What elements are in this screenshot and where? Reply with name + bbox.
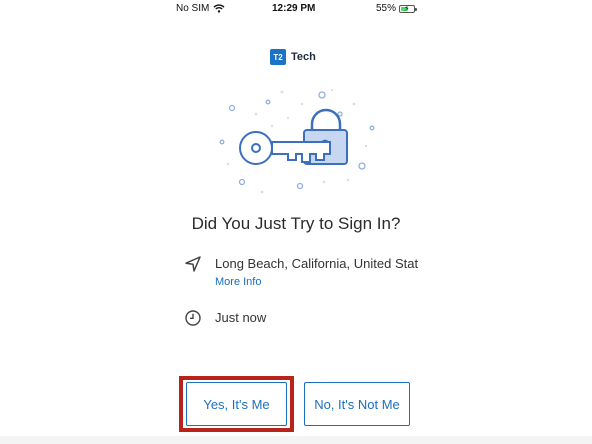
status-bar: No SIM 12:29 PM 55% ⚡ (0, 0, 592, 18)
time-text: Just now (215, 310, 267, 325)
location-arrow-icon (185, 256, 201, 272)
bottom-edge (0, 436, 592, 444)
carrier-indicator: No SIM (176, 3, 225, 14)
battery-indicator: 55% ⚡ (376, 3, 418, 14)
status-time: 12:29 PM (272, 3, 316, 14)
clock-icon (185, 310, 201, 326)
highlight-box (179, 376, 294, 432)
sign-in-approval-screen: No SIM 12:29 PM 55% ⚡ T2 Tech Did You Ju… (0, 0, 592, 444)
charging-bolt-icon: ⚡ (404, 3, 410, 13)
battery-percent: 55% (376, 3, 397, 14)
wifi-icon (213, 4, 225, 13)
carrier-label: No SIM (176, 3, 210, 14)
location-row: Long Beach, California, United Stat More… (184, 256, 423, 289)
brand-name: Tech (291, 51, 316, 63)
location-text: Long Beach, California, United Stat (215, 256, 419, 271)
key-and-padlock-illustration (219, 88, 375, 194)
brand-logo: T2 Tech (270, 49, 316, 65)
no-its-not-me-button[interactable]: No, It's Not Me (304, 382, 410, 426)
battery-charging-icon: ⚡ (399, 3, 418, 13)
brand-badge: T2 (270, 49, 286, 65)
more-info-link[interactable]: More Info (215, 275, 423, 289)
time-row: Just now (184, 310, 266, 327)
page-title: Did You Just Try to Sign In? (191, 214, 401, 233)
